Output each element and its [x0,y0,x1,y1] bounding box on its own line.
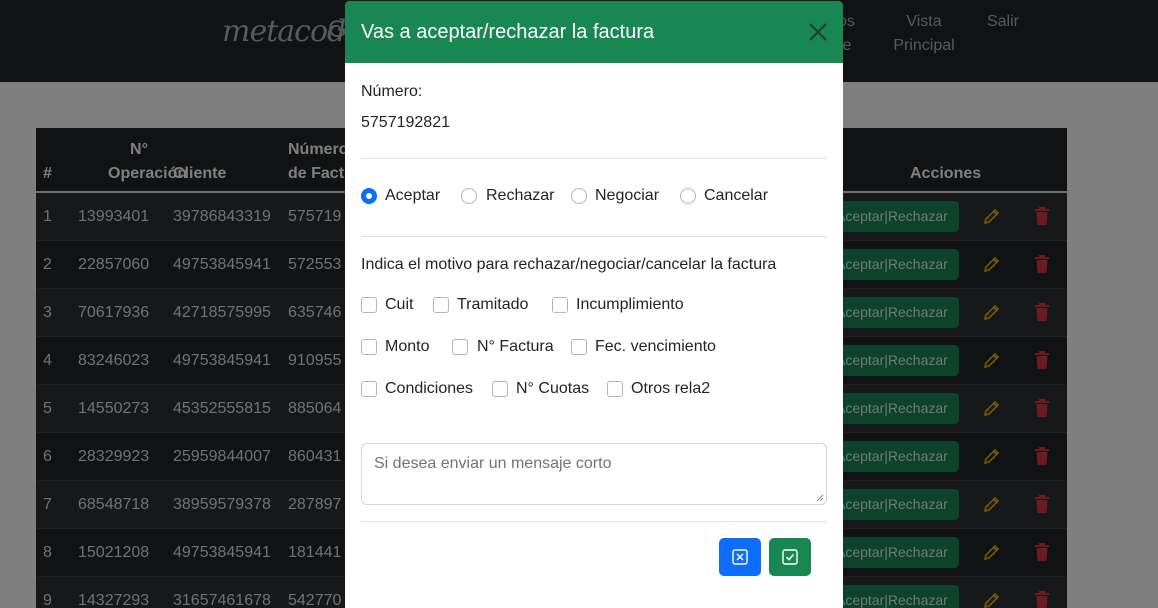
modal-title: Vas a aceptar/rechazar la factura [361,21,655,43]
checkbox-condiciones-label[interactable]: Condiciones [385,377,473,401]
checkbox-nro-factura[interactable] [452,339,468,355]
checkbox-cuit-label[interactable]: Cuit [385,293,413,317]
check-square-icon [782,549,798,565]
numero-label: Número: [361,83,423,100]
radio-negociar-label[interactable]: Negociar [595,184,659,208]
divider [361,521,827,522]
checkbox-tramitado[interactable] [433,297,449,313]
radio-cancelar[interactable] [680,188,696,204]
cancel-button[interactable] [719,538,761,576]
motivo-label: Indica el motivo para rechazar/negociar/… [361,256,777,273]
divider [361,158,827,159]
checkbox-otros-label[interactable]: Otros rela2 [631,377,710,401]
checkbox-nro-cuotas-label[interactable]: N° Cuotas [516,377,589,401]
checkbox-fec-vencimiento-label[interactable]: Fec. vencimiento [595,335,716,359]
radio-aceptar-label[interactable]: Aceptar [385,184,440,208]
checkbox-cuit[interactable] [361,297,377,313]
radio-negociar[interactable] [571,188,587,204]
x-square-icon [732,549,748,565]
message-textarea[interactable]: Si desea enviar un mensaje corto [361,443,827,505]
radio-rechazar[interactable] [461,188,477,204]
accept-reject-modal: Vas a aceptar/rechazar la factura Número… [345,1,843,608]
numero-value: 5757192821 [361,114,450,131]
close-button[interactable] [807,21,829,43]
radio-cancelar-label[interactable]: Cancelar [704,184,768,208]
confirm-button[interactable] [769,538,811,576]
modal-header: Vas a aceptar/rechazar la factura [345,1,843,63]
divider [361,236,827,237]
radio-rechazar-label[interactable]: Rechazar [486,184,554,208]
checkbox-tramitado-label[interactable]: Tramitado [457,293,528,317]
message-placeholder: Si desea enviar un mensaje corto [374,455,612,472]
close-icon [809,23,827,41]
checkbox-nro-factura-label[interactable]: N° Factura [477,335,554,359]
checkbox-incumplimiento-label[interactable]: Incumplimiento [576,293,684,317]
checkbox-monto-label[interactable]: Monto [385,335,429,359]
checkbox-monto[interactable] [361,339,377,355]
radio-aceptar[interactable] [361,188,377,204]
checkbox-condiciones[interactable] [361,381,377,397]
checkbox-otros[interactable] [607,381,623,397]
checkbox-nro-cuotas[interactable] [492,381,508,397]
resize-grip-icon[interactable] [816,494,824,502]
checkbox-fec-vencimiento[interactable] [571,339,587,355]
checkbox-incumplimiento[interactable] [552,297,568,313]
